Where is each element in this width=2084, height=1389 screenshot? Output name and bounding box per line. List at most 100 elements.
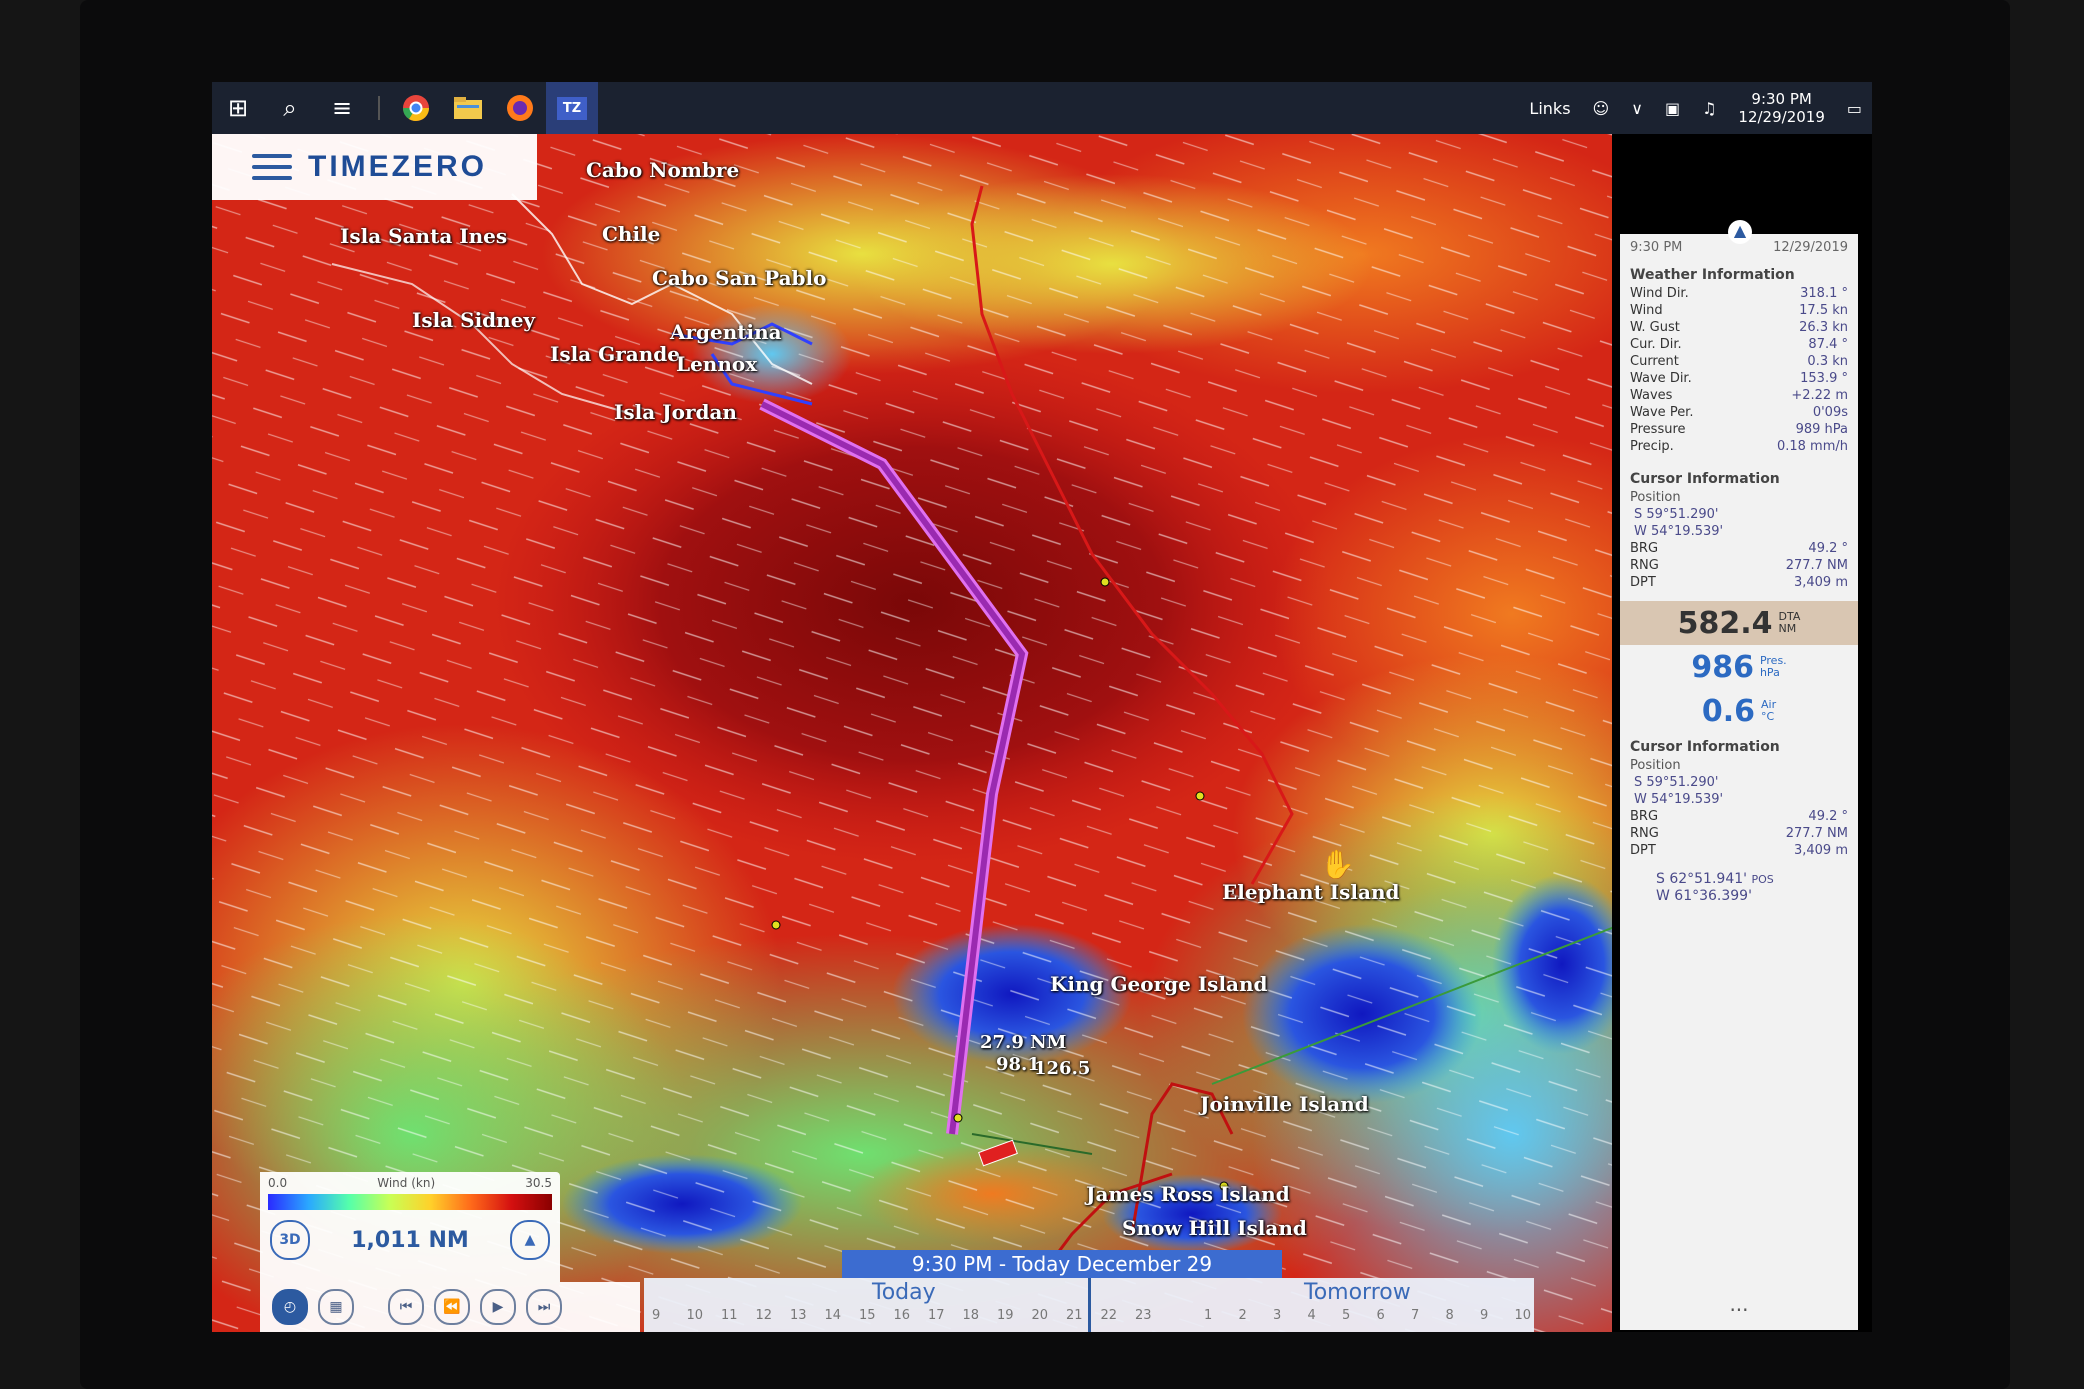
info-row: Precip. 0.18 mm/h	[1620, 438, 1858, 455]
position-label: Position	[1630, 490, 1681, 505]
hamburger-icon	[252, 154, 292, 180]
clock-icon[interactable]: ◴	[272, 1289, 308, 1325]
hour-tick: 19	[997, 1308, 1014, 1323]
hour-tick: 11	[721, 1308, 738, 1323]
cursor-lat: S 59°51.290'	[1634, 775, 1719, 790]
hour-tick: 10	[686, 1308, 704, 1323]
timezero-menu-button[interactable]: TIMEZERO	[212, 134, 537, 200]
info-row-label: RNG	[1630, 558, 1659, 573]
place-label: King George Island	[1050, 972, 1268, 996]
place-label: Isla Jordan	[614, 400, 737, 424]
info-row-label: Cur. Dir.	[1630, 337, 1682, 352]
search-icon[interactable]: ⌕	[264, 82, 316, 134]
place-label: Joinville Island	[1200, 1092, 1369, 1116]
info-row-value: 17.5 kn	[1799, 303, 1848, 318]
time-slider[interactable]: Today Tomorrow 9 10 11 12 13 14 15 16 17 18 19 20 21…	[644, 1278, 1534, 1332]
hour-tick: 14	[824, 1308, 842, 1323]
hour-tick: 21	[1066, 1308, 1083, 1323]
wind-legend: 0.0 Wind (kn) 30.5 3D 1,011 NM ▲	[260, 1172, 560, 1282]
info-row-label: DPT	[1630, 575, 1656, 590]
place-label: Cabo Nombre	[586, 158, 740, 182]
playback-controls: ◴ ▦ ⏮ ⏪ ▶ ⏭	[260, 1282, 640, 1332]
skip-end-icon[interactable]: ⏭	[526, 1289, 562, 1325]
timezero-taskbar-icon[interactable]: TZ	[546, 82, 598, 134]
chevron-up-icon[interactable]: ∨	[1631, 99, 1643, 118]
place-label: Elephant Island	[1222, 880, 1400, 904]
windows-taskbar: ⊞ ⌕ ≡ TZ Links ☺ ∨ ▣ ♫ 9:30 PM 12/29/201…	[212, 82, 1872, 134]
place-label: Chile	[602, 222, 661, 246]
info-row: DPT 3,409 m	[1620, 574, 1858, 591]
hour-tick: 18	[962, 1308, 980, 1323]
boat-position: S 62°51.941' POS W 61°36.399'	[1656, 871, 1774, 904]
firefox-icon[interactable]	[494, 82, 546, 134]
position-label: Position	[1630, 758, 1681, 773]
info-row: BRG 49.2 °	[1620, 808, 1858, 825]
volume-icon[interactable]: ♫	[1702, 99, 1716, 118]
file-explorer-icon[interactable]	[442, 82, 494, 134]
info-row-value: 153.9 °	[1800, 371, 1848, 386]
info-row-label: Precip.	[1630, 439, 1674, 454]
task-view-icon[interactable]: ≡	[316, 82, 368, 134]
info-row-label: Wave Per.	[1630, 405, 1694, 420]
play-icon[interactable]: ▶	[480, 1289, 516, 1325]
info-row: Wind Dir. 318.1 °	[1620, 285, 1858, 302]
3d-toggle-button[interactable]: 3D	[270, 1220, 310, 1260]
info-row-label: Wind Dir.	[1630, 286, 1689, 301]
taskbar-clock[interactable]: 9:30 PM 12/29/2019	[1738, 90, 1824, 126]
air-temp-readout: 0.6 Air °C	[1701, 693, 1777, 729]
info-row-label: Current	[1630, 354, 1679, 369]
cursor-lon: W 54°19.539'	[1634, 792, 1724, 807]
hour-tick: 20	[1031, 1308, 1049, 1323]
network-icon[interactable]: ▣	[1665, 99, 1680, 118]
chrome-icon[interactable]	[390, 82, 442, 134]
info-row: Wind 17.5 kn	[1620, 302, 1858, 319]
hour-tick: 12	[755, 1308, 773, 1323]
info-row: W. Gust 26.3 kn	[1620, 319, 1858, 336]
scale-distance: 1,011 NM	[351, 1227, 469, 1253]
info-row: Current 0.3 kn	[1620, 353, 1858, 370]
more-options-button[interactable]: ...	[1620, 1292, 1858, 1316]
hour-tick: 9	[652, 1308, 661, 1323]
calendar-mode-icon[interactable]: ▦	[318, 1289, 354, 1325]
hour-tick: 1	[1204, 1308, 1213, 1323]
hour-tick: 15	[859, 1308, 876, 1323]
info-row-value: 0.3 kn	[1807, 354, 1848, 369]
info-row: BRG 49.2 °	[1620, 540, 1858, 557]
cursor-info-title: Cursor Information	[1630, 739, 1780, 755]
info-row-value: 87.4 °	[1808, 337, 1848, 352]
links-toolbar[interactable]: Links	[1529, 99, 1570, 118]
info-row-label: Wind	[1630, 303, 1663, 318]
info-row-value: 3,409 m	[1793, 843, 1848, 858]
info-row: Pressure 989 hPa	[1620, 421, 1858, 438]
info-row-label: BRG	[1630, 809, 1659, 824]
place-label: Isla Grande	[550, 342, 680, 366]
info-row-label: BRG	[1630, 541, 1659, 556]
hour-ticks: 9 10 11 12 13 14 15 16 17 18 19 20 21 22 23 1 2 3 4 5 6 7 8 9 10	[652, 1308, 1549, 1323]
north-up-compass-icon[interactable]: ▲	[510, 1220, 550, 1260]
hour-tick: 4	[1307, 1308, 1316, 1323]
hour-tick: 23	[1135, 1308, 1152, 1323]
wind-color-scale	[268, 1194, 552, 1210]
step-back-icon[interactable]: ⏪	[434, 1289, 470, 1325]
cursor-lon: W 54°19.539'	[1634, 524, 1724, 539]
screen: ⊞ ⌕ ≡ TZ Links ☺ ∨ ▣ ♫ 9:30 PM 12/29/201…	[212, 82, 1872, 1332]
hour-tick: 16	[893, 1308, 911, 1323]
time-cursor[interactable]	[1088, 1278, 1091, 1332]
hour-tick: 9	[1480, 1308, 1489, 1323]
people-icon[interactable]: ☺	[1593, 99, 1610, 118]
notifications-icon[interactable]: ▭	[1847, 99, 1862, 118]
current-time-banner: 9:30 PM - Today December 29	[842, 1250, 1282, 1278]
info-row: Wave Dir. 153.9 °	[1620, 370, 1858, 387]
info-row-label: Wave Dir.	[1630, 371, 1692, 386]
today-label: Today	[872, 1280, 936, 1305]
info-row-label: W. Gust	[1630, 320, 1680, 335]
hour-tick: 2	[1238, 1308, 1247, 1323]
weather-info-list: Wind Dir. 318.1 ° Wind 17.5 kn W. Gust 26.3 k…	[1620, 285, 1858, 455]
skip-start-icon[interactable]: ⏮	[388, 1289, 424, 1325]
hour-tick: 3	[1273, 1308, 1282, 1323]
hour-tick: 17	[928, 1308, 945, 1323]
info-row: Waves +2.22 m	[1620, 387, 1858, 404]
place-label: Isla Sidney	[412, 308, 536, 332]
collapse-arrow-icon[interactable]: ▲	[1728, 220, 1752, 244]
windows-start-icon[interactable]: ⊞	[212, 82, 264, 134]
